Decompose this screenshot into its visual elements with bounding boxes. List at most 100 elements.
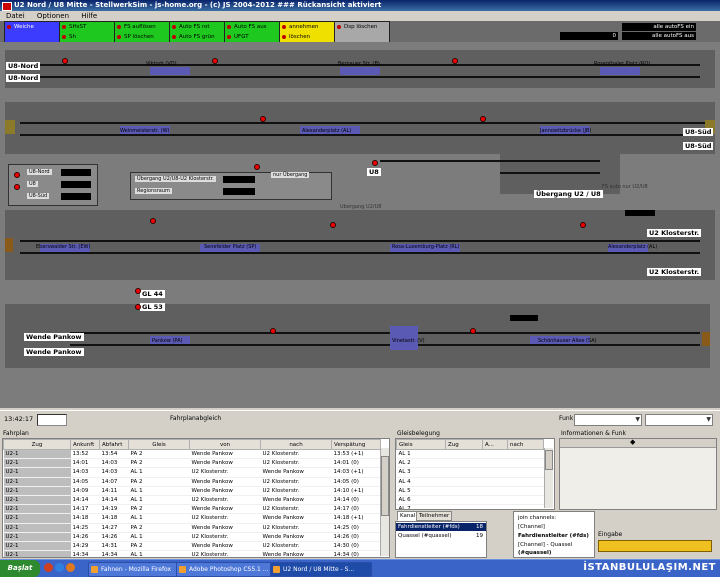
fs-aufloesen-button[interactable]: FS auflösen SP löschen xyxy=(114,21,170,43)
rail-track[interactable] xyxy=(20,134,710,136)
signal-icon[interactable] xyxy=(14,172,20,178)
signal-icon[interactable] xyxy=(260,116,266,122)
task-photoshop[interactable]: Adobe Photoshop CS5.1 ... xyxy=(176,562,276,577)
end-label[interactable]: Übergang U2 / U8 xyxy=(534,190,603,198)
channel-item-quassel[interactable]: Quassel (#quassel) 19 xyxy=(396,532,486,540)
table-row[interactable]: U2-1 13:52 13:54 PA 2 Wende Pankow U2 Kloster… xyxy=(3,449,381,460)
column-header[interactable]: A... xyxy=(482,439,508,450)
task-firefox[interactable]: Fahnen - Mozilla Firefox xyxy=(88,562,182,577)
menu-datei[interactable]: Datei xyxy=(6,12,25,20)
table-row[interactable]: U2-1 14:26 14:26 AL 1 U2 Klosterstr. Wende Pa… xyxy=(3,532,381,542)
table-row[interactable]: U2-1 14:17 14:19 PA 2 Wende Pankow U2 Kloster… xyxy=(3,504,381,515)
column-header[interactable]: Zug xyxy=(3,439,71,450)
auto-fs-on-button[interactable]: alle autoFS ein xyxy=(622,23,696,31)
clock-input[interactable] xyxy=(37,414,67,426)
signal-icon[interactable] xyxy=(150,218,156,224)
column-header[interactable]: von xyxy=(189,439,261,450)
dsp-loeschen-button[interactable]: Dsp löschen xyxy=(334,21,390,43)
auto-fs-aus-button[interactable]: Auto FS aus UFGT xyxy=(224,21,280,43)
table-row[interactable]: U2-1 14:05 14:07 PA 2 Wende Pankow U2 Kloster… xyxy=(3,477,381,487)
rail-track[interactable] xyxy=(20,240,700,242)
menu-hilfe[interactable]: Hilfe xyxy=(81,12,97,20)
task-stellwerksim[interactable]: U2 Nord / U8 Mitte - S... xyxy=(270,562,372,577)
status-bar: 13:42:17 Fahrplanabgleich Funk xyxy=(0,410,720,429)
table-cell: 14:34 xyxy=(99,550,129,557)
auto-fs-off-button[interactable]: alle autoFS aus xyxy=(622,32,696,40)
table-row[interactable]: AL 2 xyxy=(396,458,544,469)
column-header[interactable]: Verspätung xyxy=(331,439,381,450)
table-row[interactable]: AL 7 xyxy=(396,504,544,509)
rail-track[interactable] xyxy=(20,76,700,78)
signal-icon[interactable] xyxy=(14,184,20,190)
column-header[interactable]: Abfahrt xyxy=(99,439,129,450)
rail-track[interactable] xyxy=(20,252,700,254)
column-header[interactable]: nach xyxy=(507,439,544,450)
start-button[interactable]: Başlat xyxy=(0,560,40,577)
signal-icon[interactable] xyxy=(330,222,336,228)
signal-icon[interactable] xyxy=(212,58,218,64)
signal-icon[interactable] xyxy=(452,58,458,64)
weiche-button[interactable]: Weiche xyxy=(4,21,60,43)
table-row[interactable]: AL 3 xyxy=(396,467,544,478)
end-label[interactable]: U8 xyxy=(367,168,381,176)
signal-icon[interactable] xyxy=(372,160,378,166)
table-row[interactable]: U2-1 14:03 14:03 AL 1 U2 Klosterstr. Wende Pa… xyxy=(3,467,381,478)
column-header[interactable]: Gleis xyxy=(128,439,190,450)
funk-select[interactable] xyxy=(574,414,642,426)
scrollbar-thumb[interactable] xyxy=(381,456,389,516)
annehmen-button[interactable]: annehmen löschen xyxy=(279,21,335,43)
column-header[interactable]: Ankunft xyxy=(70,439,100,450)
signal-icon[interactable] xyxy=(135,304,141,310)
channel-item-fds[interactable]: Fahrdienstleiter (#fds) 18 xyxy=(396,523,486,531)
table-row[interactable]: U2-1 14:34 14:34 AL 1 U2 Klosterstr. Wende Pa… xyxy=(3,550,381,557)
column-header[interactable]: Gleis xyxy=(396,439,446,450)
gleis-scrollbar[interactable] xyxy=(544,448,553,508)
end-label[interactable]: U2 Klosterstr. xyxy=(647,268,702,276)
table-row[interactable]: AL 1 xyxy=(396,449,544,460)
rail-track[interactable] xyxy=(380,160,600,162)
signal-icon[interactable] xyxy=(254,164,260,170)
end-label[interactable]: U8-Süd xyxy=(683,128,714,136)
table-row[interactable]: U2-1 14:25 14:27 PA 2 Wende Pankow U2 Kloster… xyxy=(3,523,381,533)
signal-icon[interactable] xyxy=(62,58,68,64)
shsst-button[interactable]: SHsST Sh xyxy=(59,21,115,43)
end-label[interactable]: U2 Klosterstr. xyxy=(647,229,702,237)
table-row[interactable]: AL 6 xyxy=(396,495,544,506)
quicklaunch-icon[interactable] xyxy=(55,563,64,572)
table-row[interactable]: U2-1 14:29 14:31 PA 2 Wende Pankow U2 Kloster… xyxy=(3,541,381,552)
end-label[interactable]: U8-Nord xyxy=(6,62,41,70)
table-row[interactable]: U2-1 14:14 14:14 AL 1 U2 Klosterstr. Wende Pa… xyxy=(3,495,381,506)
column-header[interactable]: Zug xyxy=(445,439,483,450)
table-row[interactable]: U2-1 14:18 14:18 AL 1 U2 Klosterstr. Wende Pa… xyxy=(3,513,381,524)
rail-track[interactable] xyxy=(500,172,600,174)
rail-track[interactable] xyxy=(20,122,710,124)
tab-teilnehmer[interactable]: Teilnehmer xyxy=(416,511,453,521)
signal-icon[interactable] xyxy=(270,328,276,334)
signal-icon[interactable] xyxy=(480,116,486,122)
table-row[interactable]: U2-1 14:01 14:03 PA 2 Wende Pankow U2 Kloster… xyxy=(3,458,381,469)
window-title-bar[interactable]: U2 Nord / U8 Mitte - StellwerkSim - js-h… xyxy=(0,0,720,11)
table-row[interactable]: AL 5 xyxy=(396,486,544,496)
rail-track[interactable] xyxy=(70,344,700,346)
end-label[interactable]: Wende Pankow xyxy=(24,333,84,341)
end-label[interactable]: Wende Pankow xyxy=(24,348,84,356)
end-label[interactable]: U8-Süd xyxy=(683,142,714,150)
end-label[interactable]: GL 44 xyxy=(140,290,165,298)
end-label[interactable]: GL 53 xyxy=(140,303,165,311)
menu-optionen[interactable]: Optionen xyxy=(37,12,69,20)
fahrplan-scrollbar[interactable] xyxy=(380,448,389,556)
table-row[interactable]: U2-1 14:09 14:11 AL 1 Wende Pankow U2 Kloster… xyxy=(3,486,381,496)
quicklaunch-icon[interactable] xyxy=(66,563,75,572)
signal-icon[interactable] xyxy=(470,328,476,334)
column-header[interactable]: nach xyxy=(260,439,332,450)
funk-select-2[interactable] xyxy=(645,414,713,426)
scrollbar-thumb[interactable] xyxy=(545,450,553,470)
quicklaunch-icon[interactable] xyxy=(44,563,53,572)
signal-icon[interactable] xyxy=(580,222,586,228)
eingabe-input[interactable] xyxy=(598,540,712,552)
auto-fs-rot-button[interactable]: Auto FS rot Auto FS grün xyxy=(169,21,225,43)
signal-icon[interactable] xyxy=(135,288,141,294)
end-label[interactable]: U8-Nord xyxy=(6,74,41,82)
rail-track[interactable] xyxy=(70,332,700,334)
table-row[interactable]: AL 4 xyxy=(396,477,544,487)
